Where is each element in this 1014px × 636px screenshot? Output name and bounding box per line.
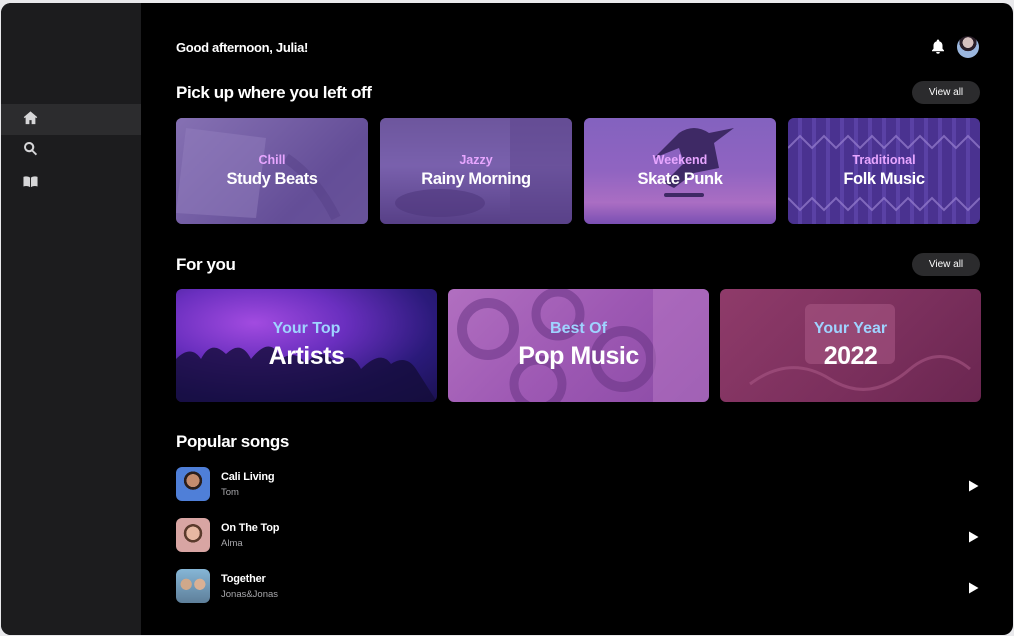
play-icon[interactable]: [968, 477, 980, 492]
card-title: Artists: [268, 342, 345, 370]
view-all-foryou-button[interactable]: View all: [912, 253, 980, 276]
song-row[interactable]: On The Top Alma: [176, 518, 980, 554]
card-label: Weekend: [652, 153, 708, 167]
card-top-artists[interactable]: Your Top Artists: [176, 289, 437, 402]
song-cover: [176, 569, 210, 603]
book-icon: [23, 174, 38, 193]
card-skate-punk[interactable]: Weekend Skate Punk: [584, 118, 776, 224]
sidebar: [1, 3, 141, 635]
card-label: Best Of: [550, 320, 607, 337]
card-study-beats[interactable]: Chill Study Beats: [176, 118, 368, 224]
card-best-of-pop[interactable]: Best Of Pop Music: [448, 289, 709, 402]
card-title: Skate Punk: [637, 170, 723, 188]
search-icon: [23, 141, 38, 160]
user-avatar[interactable]: [957, 36, 979, 58]
card-label: Chill: [258, 153, 286, 167]
card-title: Study Beats: [226, 170, 318, 188]
main-content: Good afternoon, Julia! Pick up where you…: [141, 3, 1013, 635]
nav-library[interactable]: [1, 168, 141, 199]
card-title: Rainy Morning: [421, 170, 531, 188]
song-artist: Tom: [221, 487, 239, 498]
song-title: Together: [221, 573, 266, 585]
card-rainy-morning[interactable]: Jazzy Rainy Morning: [380, 118, 572, 224]
greeting-text: Good afternoon, Julia!: [176, 40, 309, 55]
card-title: Folk Music: [843, 170, 925, 188]
song-cover: [176, 467, 210, 501]
song-artist: Alma: [221, 538, 243, 549]
card-label: Your Year: [813, 320, 888, 337]
section-title-popular: Popular songs: [176, 432, 289, 451]
bell-icon[interactable]: [931, 39, 947, 55]
view-all-pickup-button[interactable]: View all: [912, 81, 980, 104]
home-icon: [23, 110, 38, 129]
card-title: 2022: [823, 342, 878, 370]
card-title: Pop Music: [518, 342, 639, 370]
card-your-year[interactable]: Your Year 2022: [720, 289, 981, 402]
card-label: Jazzy: [459, 153, 493, 167]
song-cover: [176, 518, 210, 552]
nav-home[interactable]: [1, 104, 141, 135]
song-title: Cali Living: [221, 471, 275, 483]
card-folk-music[interactable]: Traditional Folk Music: [788, 118, 980, 224]
section-title-pickup: Pick up where you left off: [176, 83, 372, 102]
play-icon[interactable]: [968, 528, 980, 543]
song-row[interactable]: Together Jonas&Jonas: [176, 569, 980, 605]
section-title-foryou: For you: [176, 255, 236, 274]
play-icon[interactable]: [968, 579, 980, 594]
song-title: On The Top: [221, 522, 280, 534]
song-artist: Jonas&Jonas: [221, 589, 279, 600]
card-label: Traditional: [852, 153, 916, 167]
song-row[interactable]: Cali Living Tom: [176, 467, 980, 503]
app-window: Good afternoon, Julia! Pick up where you…: [1, 3, 1013, 635]
nav-search[interactable]: [1, 135, 141, 166]
card-label: Your Top: [272, 320, 341, 337]
